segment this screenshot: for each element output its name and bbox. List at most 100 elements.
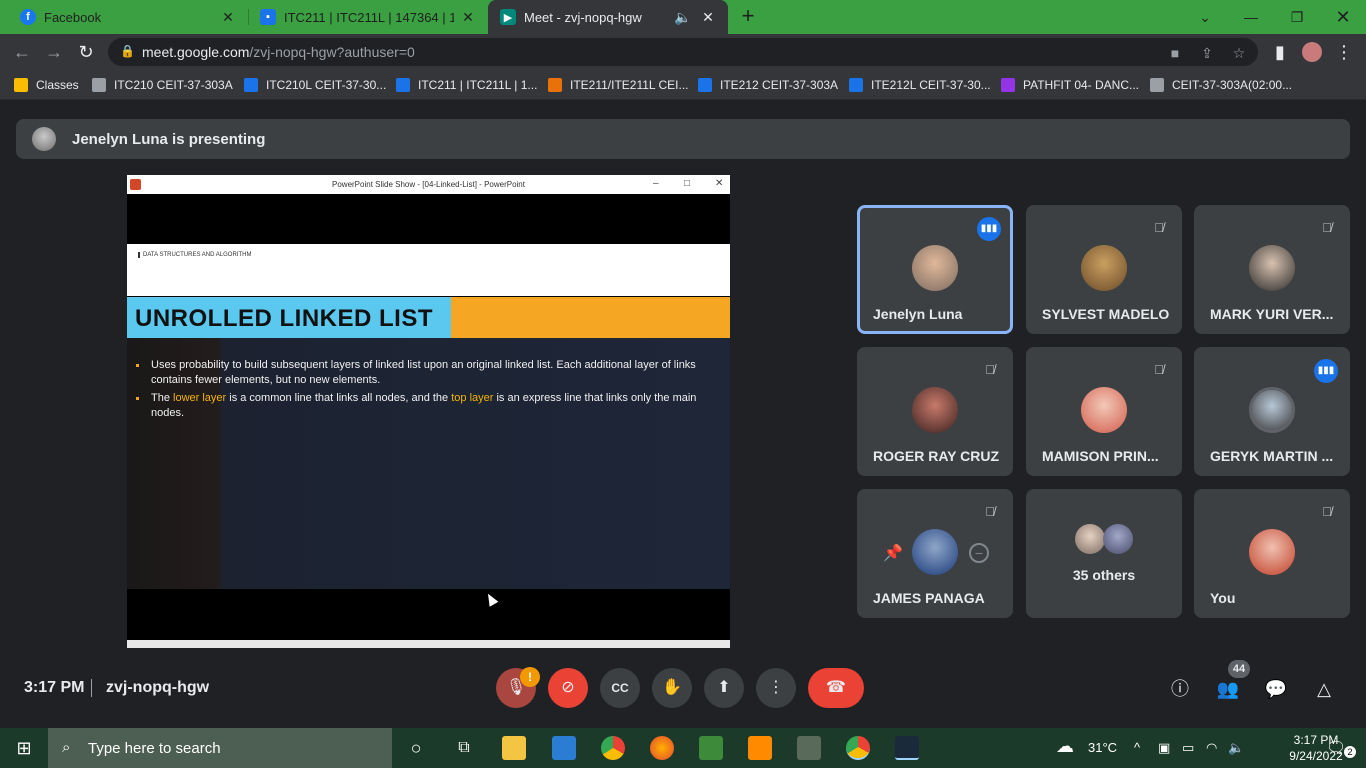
bookmark-item[interactable]: ITE212 CEIT-37-303A bbox=[698, 76, 838, 94]
raise-hand-button[interactable]: ✋ bbox=[652, 668, 692, 708]
bookmark-label: ITC211 | ITC211L | 1... bbox=[418, 78, 538, 92]
volume-icon[interactable]: 🔈 bbox=[1228, 740, 1244, 756]
people-icon[interactable]: 👥 bbox=[1216, 678, 1240, 700]
classroom-icon bbox=[244, 78, 258, 92]
more-options-button[interactable]: ⋮ bbox=[756, 668, 796, 708]
leave-call-button[interactable]: ☎ bbox=[808, 668, 864, 708]
weather-temp[interactable]: 31°C bbox=[1088, 740, 1117, 755]
participant-tile-self[interactable]: 🎙̸ You bbox=[1194, 489, 1350, 618]
bookmark-label: ITC210 CEIT-37-303A bbox=[114, 78, 233, 92]
captions-button[interactable]: CC bbox=[600, 668, 640, 708]
cortana-icon[interactable]: ○ bbox=[404, 736, 428, 760]
menu-icon[interactable]: ⋮ bbox=[1332, 40, 1356, 64]
omnibox[interactable]: 🔒 meet.google.com/zvj-nopq-hgw?authuser=… bbox=[108, 38, 1258, 66]
classroom-icon: ▪ bbox=[260, 9, 276, 25]
mic-off-icon: 🎙̸ bbox=[1154, 220, 1164, 235]
back-button[interactable]: ← bbox=[10, 40, 34, 64]
pin-icon[interactable]: 📌 bbox=[883, 543, 903, 563]
activities-icon[interactable]: △ bbox=[1312, 678, 1336, 700]
chat-icon[interactable]: 💬 bbox=[1264, 678, 1288, 700]
profile-avatar[interactable] bbox=[1300, 40, 1324, 64]
participant-tile[interactable]: 🎙̸ MAMISON PRIN... bbox=[1026, 347, 1182, 476]
speaking-indicator-icon: ▮▮▮ bbox=[1314, 359, 1338, 383]
share-icon[interactable]: ⇪ bbox=[1198, 44, 1216, 62]
bookmark-item[interactable]: ITC211 | ITC211L | 1... bbox=[396, 76, 537, 94]
remove-icon[interactable]: − bbox=[969, 543, 989, 563]
participant-tile[interactable]: ▮▮▮ GERYK MARTIN ... bbox=[1194, 347, 1350, 476]
firefox-icon[interactable] bbox=[650, 736, 674, 760]
bookmarks-bar: Classes ITC210 CEIT-37-303A ITC210L CEIT… bbox=[0, 70, 1366, 100]
url-text: meet.google.com/zvj-nopq-hgw?authuser=0 bbox=[142, 44, 415, 60]
address-bar-row: ← → ↻ 🔒 meet.google.com/zvj-nopq-hgw?aut… bbox=[0, 34, 1366, 70]
speaker-icon[interactable]: 🔈 bbox=[674, 9, 691, 26]
tab-title: Facebook bbox=[44, 9, 102, 25]
presenting-text: Jenelyn Luna is presenting bbox=[72, 131, 266, 148]
bullet-highlight: top layer bbox=[451, 392, 494, 404]
others-count: 35 others bbox=[1072, 567, 1136, 583]
bookmark-item[interactable]: ITE211/ITE211L CEI... bbox=[548, 76, 689, 94]
reload-button[interactable]: ↻ bbox=[74, 40, 98, 64]
bookmark-item[interactable]: CEIT-37-303A(02:00... bbox=[1150, 76, 1292, 94]
close-window-button[interactable]: ✕ bbox=[1320, 0, 1366, 34]
star-icon[interactable]: ☆ bbox=[1230, 44, 1248, 62]
file-explorer-icon[interactable] bbox=[502, 736, 526, 760]
chevron-up-icon[interactable]: ^ bbox=[1134, 740, 1140, 755]
participant-tile[interactable]: 🎙̸ MARK YURI VER... bbox=[1194, 205, 1350, 334]
others-tile[interactable]: 35 others bbox=[1026, 489, 1182, 618]
camera-toggle-button[interactable]: ⊘ bbox=[548, 668, 588, 708]
bookmark-label: Classes bbox=[36, 78, 79, 92]
more-vert-icon: ⋮ bbox=[768, 679, 784, 696]
close-icon[interactable]: ✕ bbox=[460, 9, 476, 26]
avatar bbox=[1249, 245, 1295, 291]
tab-classroom[interactable]: ▪ ITC211 | ITC211L | 147364 | 14736 ✕ bbox=[248, 0, 488, 34]
chrome-icon[interactable] bbox=[601, 736, 625, 760]
chrome-running-icon[interactable] bbox=[846, 736, 870, 760]
bookmark-item[interactable]: ITC210L CEIT-37-30... bbox=[244, 76, 386, 94]
mail-icon[interactable] bbox=[552, 736, 576, 760]
filmora-icon[interactable] bbox=[895, 736, 919, 760]
forward-button[interactable]: → bbox=[42, 40, 66, 64]
maximize-icon: □ bbox=[684, 178, 691, 189]
present-button[interactable]: ⬆ bbox=[704, 668, 744, 708]
start-button[interactable]: ⊞ bbox=[0, 728, 48, 768]
close-icon[interactable]: ✕ bbox=[700, 9, 716, 26]
participant-name: MARK YURI VER... bbox=[1210, 306, 1334, 322]
new-tab-button[interactable]: + bbox=[736, 5, 760, 29]
minimize-button[interactable]: — bbox=[1228, 0, 1274, 34]
participant-tile[interactable]: 🎙̸ SYLVEST MADELO bbox=[1026, 205, 1182, 334]
bookmark-item[interactable]: PATHFIT 04- DANC... bbox=[1001, 76, 1139, 94]
game-icon[interactable] bbox=[797, 736, 821, 760]
bookmark-classes[interactable]: Classes bbox=[14, 76, 79, 94]
taskbar-search[interactable]: ⌕ Type here to search bbox=[48, 728, 392, 768]
slide-title-band: UNROLLED LINKED LIST bbox=[127, 297, 730, 338]
tab-meet[interactable]: ▶ Meet - zvj-nopq-hgw 🔈 ✕ bbox=[488, 0, 728, 34]
url-path: /zvj-nopq-hgw?authuser=0 bbox=[249, 44, 415, 60]
bookmark-item[interactable]: ITC210 CEIT-37-303A bbox=[92, 76, 233, 94]
battery-icon[interactable]: ▭ bbox=[1182, 740, 1194, 756]
task-view-icon[interactable]: ⧉ bbox=[452, 736, 476, 760]
side-panel-icon[interactable]: ▮ bbox=[1268, 40, 1292, 64]
participant-tile[interactable]: ▮▮▮ Jenelyn Luna bbox=[857, 205, 1013, 334]
participant-name: JAMES PANAGA bbox=[873, 590, 985, 606]
avatar bbox=[912, 245, 958, 291]
captions-icon: CC bbox=[611, 681, 629, 695]
mic-off-icon: 🎙̸ bbox=[1322, 504, 1332, 519]
participant-tile[interactable]: 🎙̸ 📌 − JAMES PANAGA bbox=[857, 489, 1013, 618]
spreadsheet-icon[interactable] bbox=[699, 736, 723, 760]
camera-icon[interactable]: ■ bbox=[1166, 44, 1184, 62]
bookmark-item[interactable]: ITE212L CEIT-37-30... bbox=[849, 76, 991, 94]
notifications-icon[interactable]: 🗨 bbox=[1326, 738, 1346, 758]
presenting-banner: Jenelyn Luna is presenting bbox=[16, 119, 1350, 159]
tab-facebook[interactable]: f Facebook ✕ bbox=[8, 0, 248, 34]
sublime-text-icon[interactable] bbox=[748, 736, 772, 760]
speaking-indicator-icon: ▮▮▮ bbox=[977, 217, 1001, 241]
meet-tray-icon[interactable]: ▣ bbox=[1158, 740, 1170, 756]
bookmark-label: ITE212L CEIT-37-30... bbox=[871, 78, 991, 92]
presentation-view[interactable]: PowerPoint Slide Show - [04-Linked-List]… bbox=[127, 175, 730, 649]
wifi-icon[interactable]: ◠ bbox=[1206, 740, 1217, 756]
restore-button[interactable]: ❐ bbox=[1274, 0, 1320, 34]
participant-tile[interactable]: 🎙̸ ROGER RAY CRUZ bbox=[857, 347, 1013, 476]
close-icon[interactable]: ✕ bbox=[220, 9, 236, 26]
info-icon[interactable]: ⓘ bbox=[1168, 678, 1192, 700]
tab-search-button[interactable]: ⌄ bbox=[1182, 0, 1228, 34]
